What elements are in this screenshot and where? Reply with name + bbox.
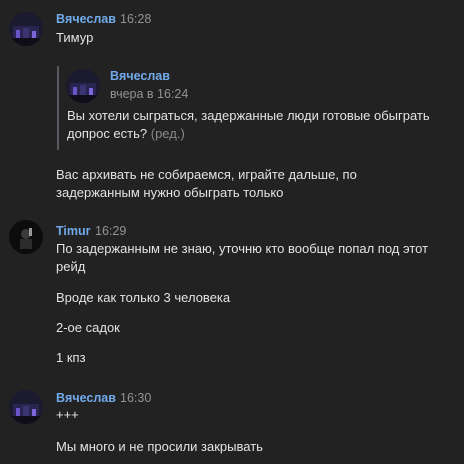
avatar[interactable] — [9, 390, 43, 424]
edited-label: (ред.) — [150, 126, 185, 141]
message-text: рейд — [56, 259, 86, 274]
reply-text-line: допрос есть? (ред.) — [67, 126, 185, 141]
quote-bar — [57, 66, 59, 150]
reply-avatar[interactable] — [66, 69, 100, 103]
reply-text-line: Вы хотели сыграться, задержанные люди го… — [67, 108, 430, 123]
message-text: Тимур — [56, 30, 94, 45]
message-text: Вас архивать не собираемся, играйте даль… — [56, 167, 357, 182]
author-name[interactable]: Вячеслав — [56, 12, 116, 26]
message-text: 1 кпз — [56, 350, 86, 365]
reply-author-name[interactable]: Вячеслав — [110, 69, 170, 83]
message-text: +++ — [56, 407, 79, 422]
avatar[interactable] — [9, 12, 43, 46]
message-text: 2-ое садок — [56, 320, 120, 335]
avatar-image-icon — [66, 69, 100, 103]
avatar-image-icon — [9, 220, 43, 254]
author-name[interactable]: Timur — [56, 224, 91, 238]
avatar-image-icon — [9, 390, 43, 424]
avatar-image-icon — [9, 12, 43, 46]
author-name[interactable]: Вячеслав — [56, 391, 116, 405]
avatar[interactable] — [9, 220, 43, 254]
message-text: По задержанным не знаю, уточню кто вообщ… — [56, 241, 429, 256]
reply-time[interactable]: вчера в 16:24 — [110, 87, 188, 101]
message-time[interactable]: 16:29 — [95, 224, 126, 238]
message-text: задержанным нужно обыграть только — [56, 185, 284, 200]
message-text: Вроде как только 3 человека — [56, 290, 231, 305]
message-time[interactable]: 16:30 — [120, 391, 151, 405]
message-time[interactable]: 16:28 — [120, 12, 151, 26]
message-text: Мы много и не просили закрывать — [56, 439, 263, 454]
